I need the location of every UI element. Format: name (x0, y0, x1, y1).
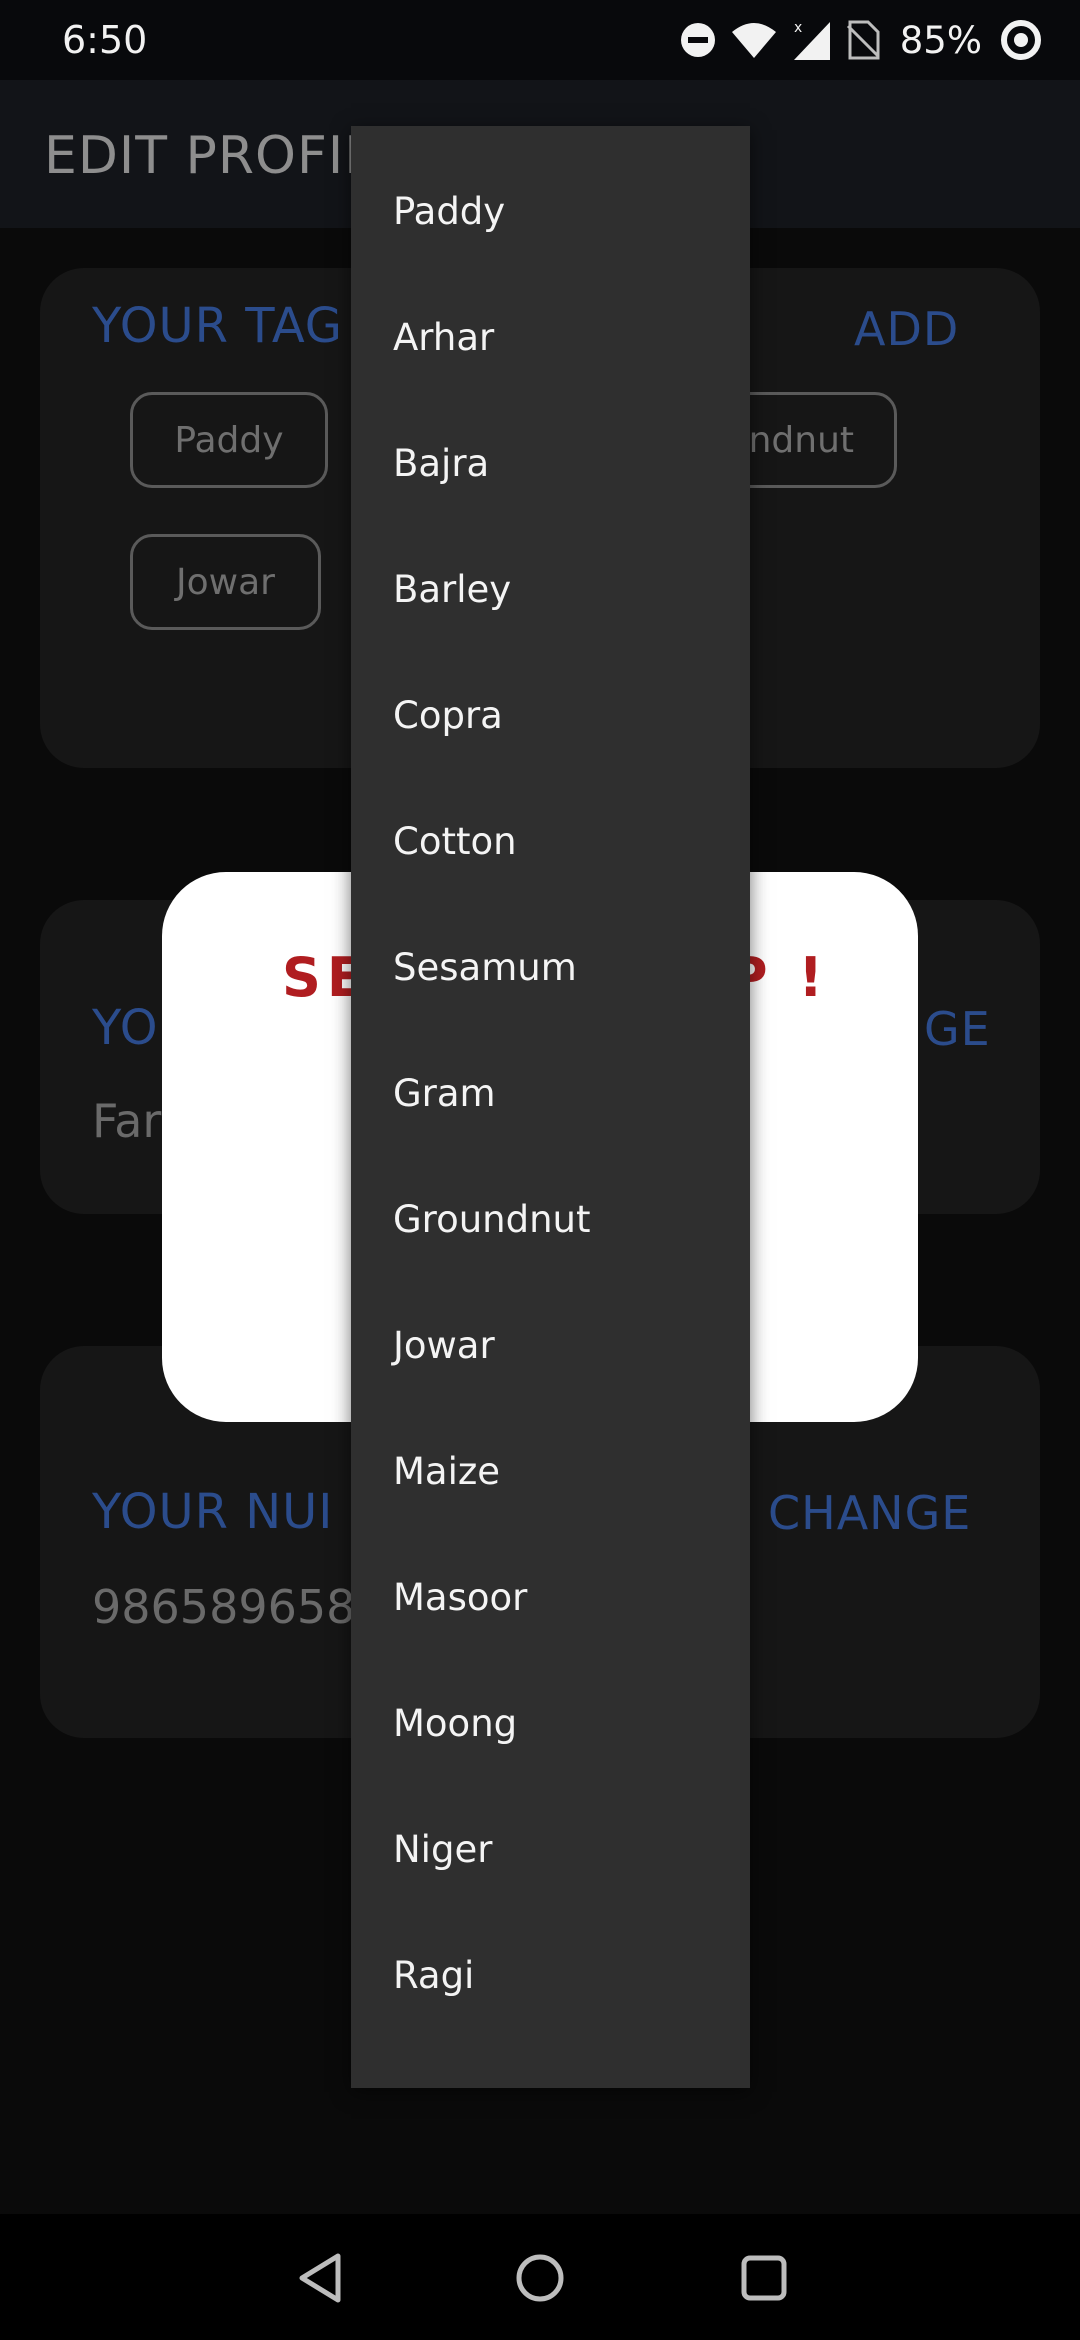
do-not-disturb-icon (680, 22, 716, 58)
crop-dropdown-menu: Paddy Arhar Bajra Barley Copra Cotton Se… (351, 126, 750, 2088)
dropdown-item-ragi[interactable]: Ragi (351, 1912, 750, 2038)
no-sim-icon (846, 20, 880, 60)
dropdown-item-sesamum[interactable]: Sesamum (351, 904, 750, 1030)
dropdown-item-masoor[interactable]: Masoor (351, 1534, 750, 1660)
svg-text:x: x (794, 20, 802, 36)
status-icons: x 85% (680, 14, 1042, 66)
battery-ring-icon (1000, 19, 1042, 61)
system-nav-bar (0, 2214, 1080, 2340)
back-icon[interactable] (294, 2250, 350, 2306)
add-tag-button[interactable]: ADD (854, 302, 959, 356)
dropdown-item-arhar[interactable]: Arhar (351, 274, 750, 400)
page-title: EDIT PROFIL (44, 126, 375, 186)
dropdown-item-cotton[interactable]: Cotton (351, 778, 750, 904)
phone-number-heading: YOUR NUI (92, 1484, 334, 1540)
dropdown-item-niger[interactable]: Niger (351, 1786, 750, 1912)
tags-heading: YOUR TAG (92, 298, 343, 354)
dropdown-item-barley[interactable]: Barley (351, 526, 750, 652)
cell-signal-icon: x (792, 18, 832, 62)
dropdown-item-moong[interactable]: Moong (351, 1660, 750, 1786)
change-number-button[interactable]: CHANGE (768, 1486, 971, 1540)
wifi-icon (730, 20, 778, 60)
tag-chip[interactable]: Paddy (130, 392, 328, 488)
dropdown-item-paddy[interactable]: Paddy (351, 148, 750, 274)
status-bar: 6:50 x 85% (0, 0, 1080, 80)
recents-icon[interactable] (736, 2250, 792, 2306)
tag-chip[interactable]: Jowar (130, 534, 321, 630)
user-type-heading: YO (92, 1000, 159, 1056)
change-type-button[interactable]: GE (924, 1002, 991, 1056)
phone-number-value: 986589658 (92, 1580, 356, 1634)
dropdown-item-groundnut[interactable]: Groundnut (351, 1156, 750, 1282)
user-type-value: Far (92, 1094, 162, 1148)
dropdown-item-jowar[interactable]: Jowar (351, 1282, 750, 1408)
dropdown-item-maize[interactable]: Maize (351, 1408, 750, 1534)
dropdown-item-bajra[interactable]: Bajra (351, 400, 750, 526)
battery-level: 85% (899, 18, 982, 62)
status-time: 6:50 (62, 18, 148, 62)
dropdown-item-copra[interactable]: Copra (351, 652, 750, 778)
dropdown-item-gram[interactable]: Gram (351, 1030, 750, 1156)
home-icon[interactable] (512, 2250, 568, 2306)
